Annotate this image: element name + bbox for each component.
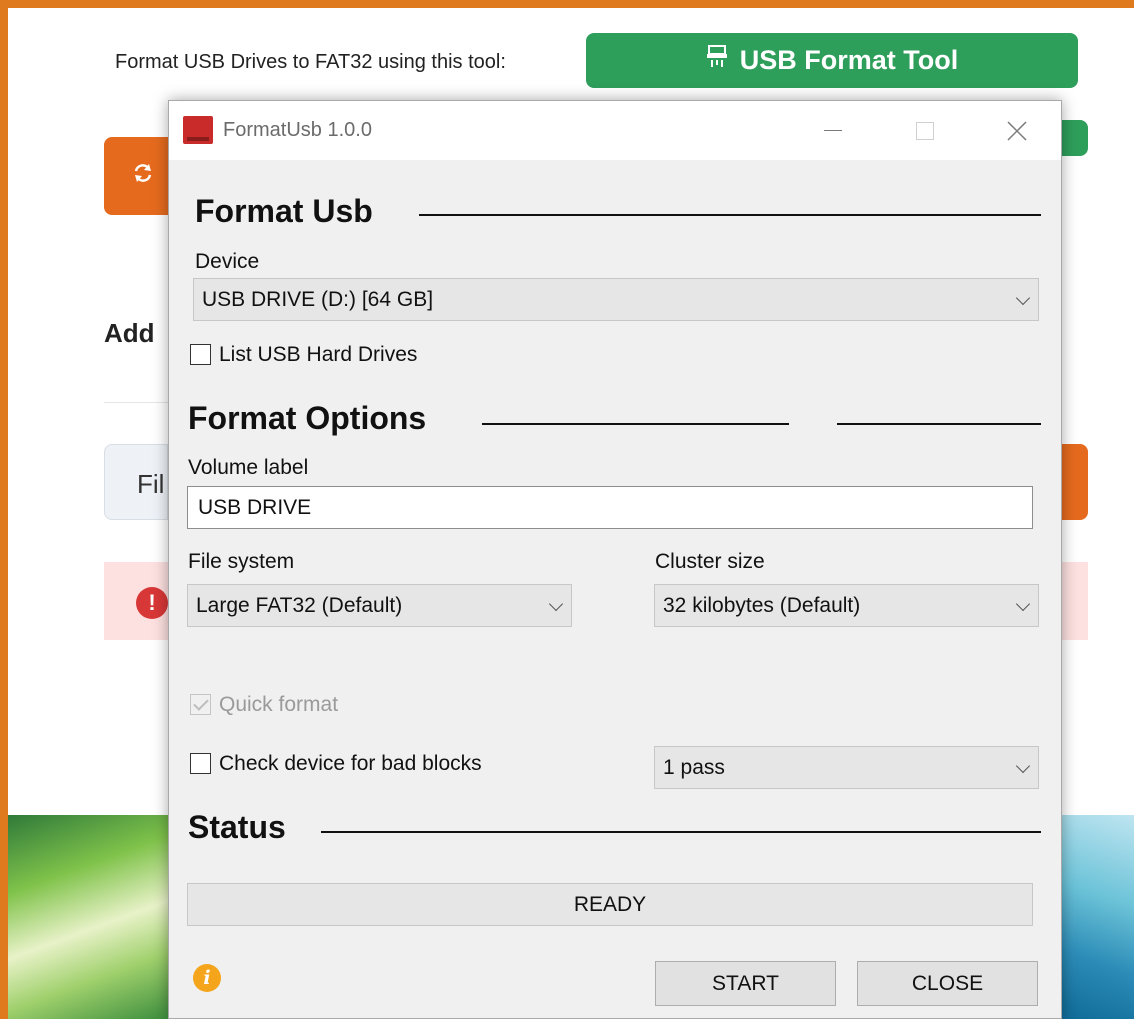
chevron-down-icon [1015, 596, 1031, 611]
format-options-heading: Format Options [188, 400, 427, 436]
status-heading: Status [188, 809, 286, 845]
cluster-size-select[interactable]: 32 kilobytes (Default) [654, 584, 1039, 627]
maximize-icon [916, 121, 934, 140]
volume-label-input[interactable]: USB DRIVE [187, 486, 1033, 529]
add-heading-partial: Add [104, 318, 155, 348]
error-icon: ! [136, 587, 168, 619]
device-select[interactable]: USB DRIVE (D:) [64 GB] [193, 278, 1039, 321]
format-options-rule-left [482, 423, 789, 425]
quick-format-label: Quick format [219, 693, 339, 716]
status-rule [321, 831, 1041, 833]
status-bar: READY [187, 883, 1033, 926]
refresh-button-partial[interactable] [104, 137, 168, 215]
chevron-down-icon [1015, 290, 1031, 305]
close-button[interactable]: CLOSE [857, 961, 1038, 1006]
window-title: FormatUsb 1.0.0 [223, 119, 372, 141]
volume-label-label: Volume label [188, 456, 309, 479]
file-system-label: File system [188, 550, 295, 573]
passes-value: 1 pass [663, 755, 725, 779]
list-usb-hard-drives-checkbox[interactable] [190, 344, 211, 365]
format-usb-promo-text: Format USB Drives to FAT32 using this to… [115, 51, 506, 73]
usb-app-icon [183, 116, 213, 144]
quick-format-checkbox[interactable] [190, 694, 211, 715]
format-options-rule-right [837, 423, 1041, 425]
cluster-size-label: Cluster size [655, 550, 765, 573]
chevron-down-icon [548, 596, 564, 611]
usb-format-tool-button[interactable]: USB Format Tool [586, 33, 1078, 88]
desktop-wallpaper-right [1062, 815, 1134, 1019]
format-usb-rule [419, 214, 1041, 216]
status-text: READY [573, 892, 647, 916]
minimize-button[interactable] [787, 101, 879, 160]
file-system-value: Large FAT32 (Default) [196, 593, 403, 617]
window-close-button[interactable] [971, 101, 1063, 160]
format-usb-heading: Format Usb [195, 193, 373, 229]
device-label: Device [195, 250, 260, 273]
cluster-size-value: 32 kilobytes (Default) [663, 593, 861, 617]
page-orange-border-left [0, 0, 8, 1019]
close-icon [1007, 120, 1027, 141]
page-orange-border-top [0, 0, 1134, 8]
device-select-value: USB DRIVE (D:) [64 GB] [202, 287, 434, 311]
file-input-text: Fil [137, 469, 165, 499]
passes-select[interactable]: 1 pass [654, 746, 1039, 789]
file-input-partial[interactable]: Fil [104, 444, 168, 520]
maximize-button[interactable] [879, 101, 971, 160]
window-titlebar[interactable]: FormatUsb 1.0.0 [169, 101, 1061, 160]
minimize-icon [824, 130, 842, 131]
orange-button-partial[interactable] [1062, 444, 1088, 520]
file-system-select[interactable]: Large FAT32 (Default) [187, 584, 572, 627]
error-alert-partial-right [1062, 562, 1088, 640]
bad-blocks-checkbox[interactable] [190, 753, 211, 774]
bad-blocks-label[interactable]: Check device for bad blocks [219, 752, 482, 776]
info-icon[interactable]: i [193, 964, 221, 992]
start-button[interactable]: START [655, 961, 836, 1006]
chevron-down-icon [1015, 758, 1031, 773]
formatusb-window: FormatUsb 1.0.0 Format Usb Device USB DR… [168, 100, 1062, 1019]
page-divider [104, 402, 168, 403]
usb-format-tool-label: USB Format Tool [739, 45, 959, 75]
volume-label-value: USB DRIVE [198, 495, 312, 519]
list-usb-hard-drives-label[interactable]: List USB Hard Drives [219, 343, 417, 367]
refresh-icon [132, 162, 154, 191]
usb-drive-icon [706, 45, 728, 76]
desktop-wallpaper-left [8, 815, 168, 1019]
